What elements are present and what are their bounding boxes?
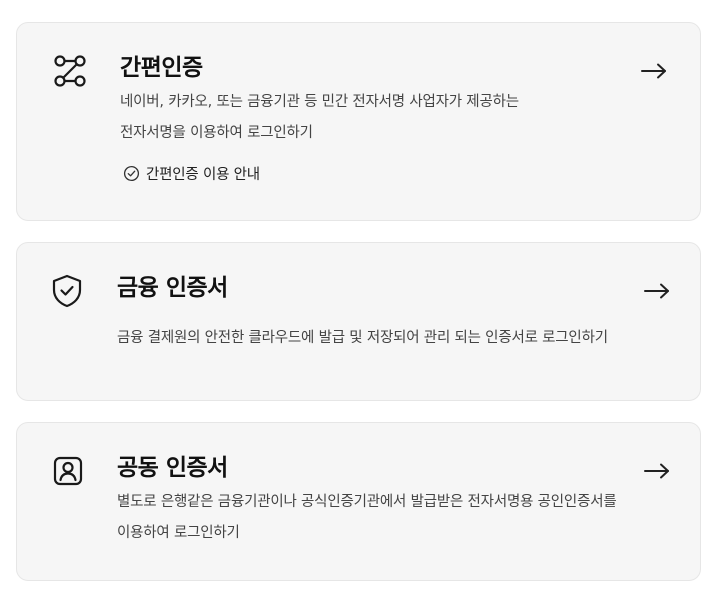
card-title: 공동 인증서 [117, 455, 228, 481]
arrow-right-icon[interactable] [643, 281, 671, 301]
joint-certificate-card[interactable]: 공동 인증서 별도로 은행같은 금융기관이나 공식인증기관에서 발급받은 전자서… [16, 422, 701, 581]
shield-check-icon [49, 273, 85, 309]
simple-auth-card[interactable]: 간편인증 네이버, 카카오, 또는 금융기관 등 민간 전자서명 사업자가 제공… [16, 22, 701, 221]
card-title: 금융 인증서 [117, 275, 228, 301]
simple-auth-guide-link[interactable]: 간편인증 이용 안내 [123, 163, 260, 183]
card-description-line-1: 금융 결제원의 안전한 클라우드에 발급 및 저장되어 관리 되는 인증서로 로… [117, 330, 608, 346]
user-badge-icon [50, 453, 86, 489]
card-title: 간편인증 [120, 55, 203, 81]
guide-label: 간편인증 이용 안내 [146, 166, 260, 183]
card-description-line-2: 전자서명을 이용하여 로그인하기 [120, 125, 313, 141]
card-description-line-1: 네이버, 카카오, 또는 금융기관 등 민간 전자서명 사업자가 제공하는 [120, 94, 519, 110]
card-description-line-1: 별도로 은행같은 금융기관이나 공식인증기관에서 발급받은 전자서명용 공인인증… [117, 494, 617, 510]
check-circle-icon [123, 165, 140, 182]
arrow-right-icon[interactable] [643, 461, 671, 481]
card-description-line-2: 이용하여 로그인하기 [117, 525, 240, 541]
arrow-right-icon[interactable] [640, 61, 668, 81]
route-icon [52, 53, 88, 89]
financial-certificate-card[interactable]: 금융 인증서 금융 결제원의 안전한 클라우드에 발급 및 저장되어 관리 되는… [16, 242, 701, 401]
